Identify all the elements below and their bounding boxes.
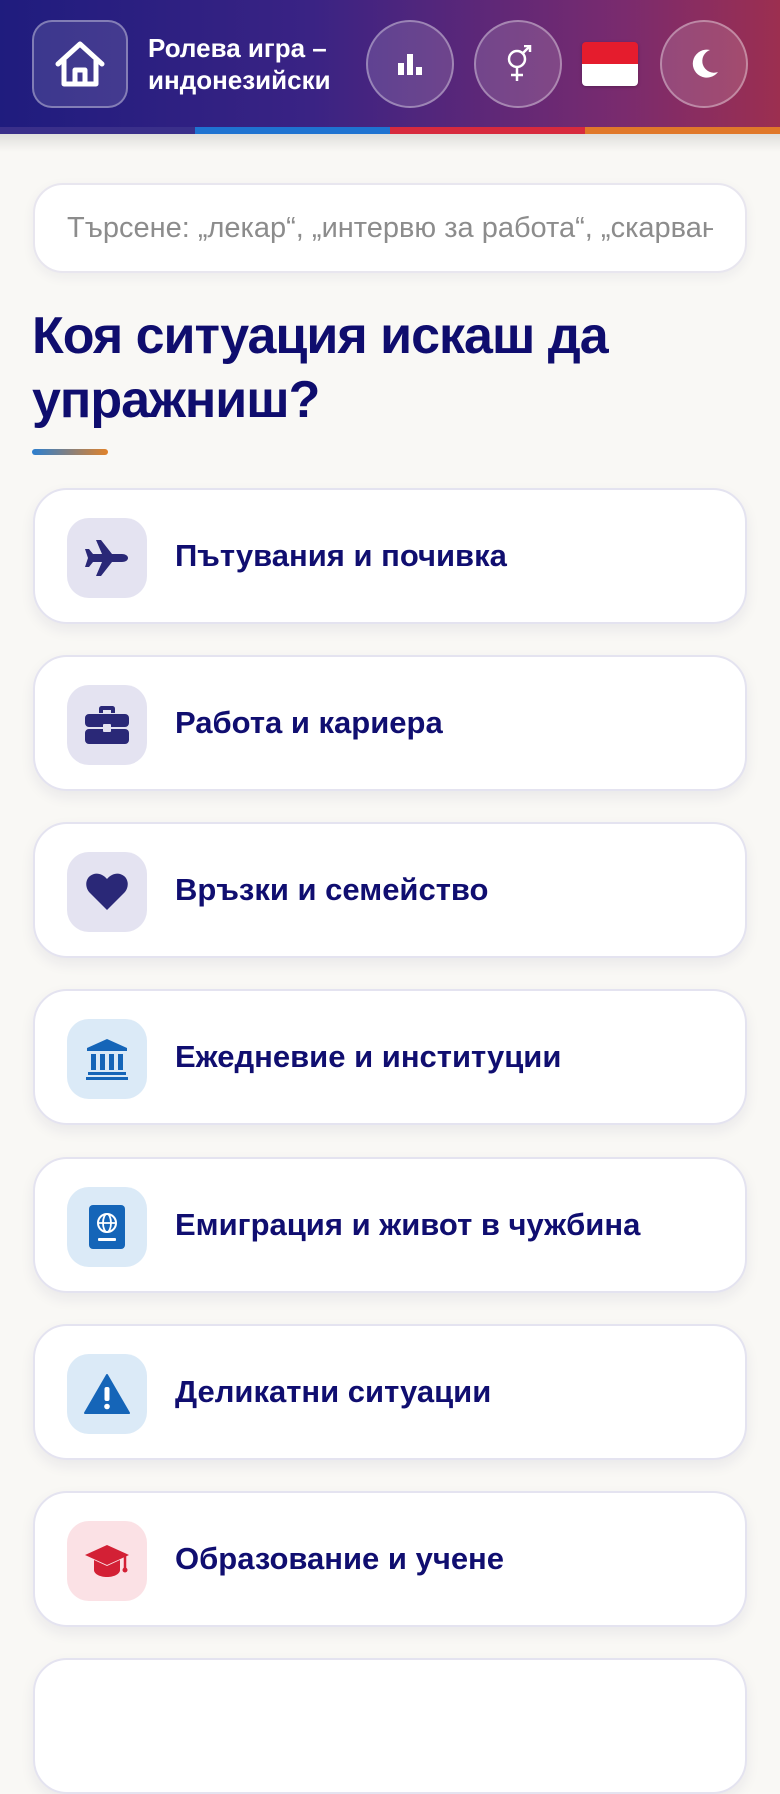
category-card-partial[interactable] (33, 1658, 747, 1794)
category-label: Ежедневие и институции (175, 1039, 562, 1074)
graduation-cap-icon (85, 1545, 129, 1577)
category-label: Пътувания и почивка (175, 538, 507, 573)
category-card-emigration[interactable]: Емиграция и живот в чужбина (33, 1157, 747, 1293)
indonesia-flag-icon (582, 42, 638, 64)
stats-button[interactable] (366, 20, 454, 108)
category-card-relationships[interactable]: Връзки и семейство (33, 822, 747, 958)
language-flag[interactable] (582, 42, 638, 86)
theme-toggle-button[interactable] (660, 20, 748, 108)
home-button[interactable] (32, 20, 128, 108)
stripe-segment (585, 127, 780, 134)
category-label: Деликатни ситуации (175, 1374, 492, 1409)
institution-icon (86, 1039, 128, 1080)
app-header: Ролева игра – индонезийски (0, 0, 780, 130)
heart-icon (86, 873, 128, 910)
gender-button[interactable] (474, 20, 562, 108)
stripe-segment (0, 127, 195, 134)
category-label: Образование и учене (175, 1541, 505, 1576)
moon-icon (692, 49, 718, 78)
stripe-segment (195, 127, 390, 134)
category-card-travel[interactable]: Пътувания и почивка (33, 488, 747, 624)
search-bar[interactable] (33, 183, 747, 273)
warning-icon (84, 1374, 130, 1414)
title-underline (32, 449, 108, 455)
category-card-work[interactable]: Работа и кариера (33, 655, 747, 791)
category-card-daily-life[interactable]: Ежедневие и институции (33, 989, 747, 1125)
home-icon (55, 41, 105, 87)
category-label: Връзки и семейство (175, 872, 489, 907)
briefcase-icon (85, 706, 129, 744)
category-label: Емиграция и живот в чужбина (175, 1207, 641, 1242)
gender-icon (507, 45, 532, 81)
passport-icon (89, 1205, 125, 1249)
header-stripe (0, 127, 780, 134)
category-card-sensitive[interactable]: Деликатни ситуации (33, 1324, 747, 1460)
stripe-segment (390, 127, 585, 134)
category-label: Работа и кариера (175, 705, 443, 740)
app-title: Ролева игра – индонезийски (148, 33, 331, 95)
search-input[interactable] (67, 211, 713, 245)
bar-chart-icon (398, 54, 422, 75)
category-card-education[interactable]: Образование и учене (33, 1491, 747, 1627)
page-title: Коя ситуация искаш да упражниш? (32, 307, 609, 429)
airplane-icon (85, 540, 128, 576)
